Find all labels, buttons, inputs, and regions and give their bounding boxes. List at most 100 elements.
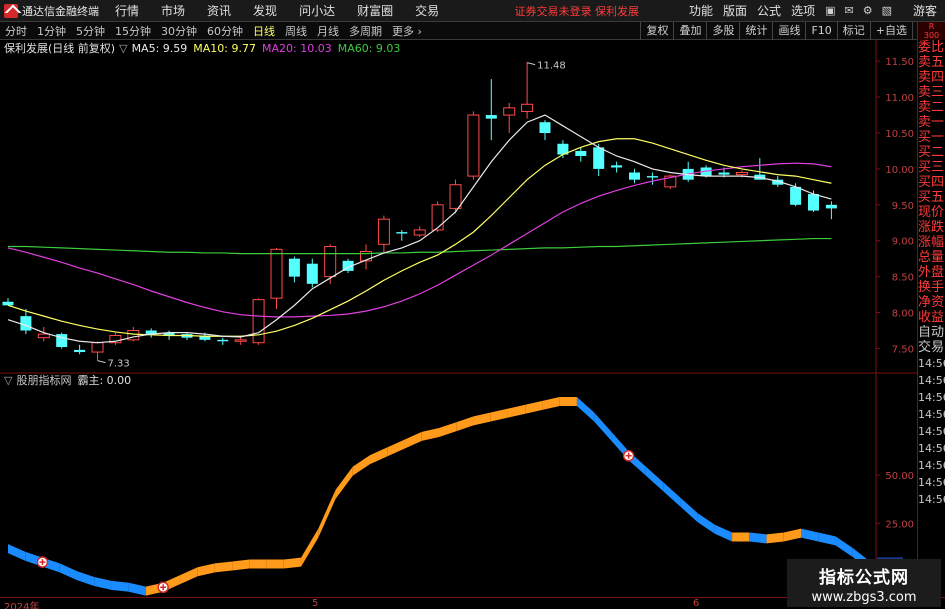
side-item[interactable]: 卖一 [918,115,945,130]
indicator-band-segment [714,524,733,542]
candle-body [646,176,658,178]
side-time: 14:56 [918,442,945,455]
mark-button[interactable]: 标记 [836,21,870,40]
indicator-band-segment [387,439,405,457]
side-item[interactable]: 外盘 [918,265,945,280]
indicator-band-segment [283,557,302,569]
menu-item-discover[interactable]: 发现 [253,2,277,19]
side-item[interactable]: 涨幅 [918,235,945,250]
trade-login-notice[interactable]: 证券交易未登录 保利发展 [515,3,640,19]
tab-60min[interactable]: 60分钟 [202,23,248,39]
price-panel-header: 保利发展(日线 前复权) ▽ MA5: 9.59 MA10: 9.77 MA20… [0,41,406,56]
indicator-band-segment [197,563,215,577]
menu-layout[interactable]: 版面 [723,2,747,19]
tab-weekly[interactable]: 周线 [280,23,312,39]
overlay-button[interactable]: 叠加 [673,21,706,40]
settings-icon[interactable]: ⚙ [863,4,873,17]
indicator-band-segment [128,582,146,596]
side-item[interactable]: 交易 [918,340,945,355]
indicator-band-segment [835,536,853,557]
side-item[interactable]: 买一 [918,130,945,145]
menu-item-wealth[interactable]: 财富圈 [357,2,393,19]
tab-5min[interactable]: 5分钟 [71,23,110,39]
watermark: 指标公式网 www.zbgs3.com [787,559,941,607]
menu-item-trade[interactable]: 交易 [415,2,439,19]
side-item[interactable]: 总量 [918,250,945,265]
date-tick-june: 6 [693,598,700,609]
price-tick-label: 11.50 [885,57,914,68]
tab-30min[interactable]: 30分钟 [156,23,202,39]
side-item[interactable]: 换手 [918,280,945,295]
multi-stock-button[interactable]: 多股 [706,21,739,40]
menu-item-news[interactable]: 资讯 [207,2,231,19]
candle-body [735,172,748,176]
candle-body [306,263,318,284]
add-watchlist-button[interactable]: +自选 [869,21,912,40]
low-pointer [97,360,106,364]
tab-1min[interactable]: 1分钟 [32,23,71,39]
side-item[interactable]: 涨跌 [918,220,945,235]
guest-label[interactable]: 游客 [913,2,937,19]
f10-button[interactable]: F10 [805,21,836,40]
menu-item-ask[interactable]: 问小达 [299,2,335,19]
indicator-band-segment [94,576,112,590]
menu-item-market[interactable]: 市场 [161,2,185,19]
screenshot-icon[interactable]: ▧ [882,4,892,17]
candle-body [217,339,229,342]
side-time: 14:56 [918,374,945,387]
side-time: 14:56 [918,476,945,489]
side-time: 14:56 [918,493,945,506]
menu-function[interactable]: 功能 [689,2,713,19]
candle-body [234,339,247,342]
quote-side-panel: R 300 委比 卖五 卖四 卖三 卖二 卖一 买一 买二 买三 买四 买五 现价 涨跌 涨幅 总量 外盘 换手净… [917,22,945,582]
stock-title: 保利发展(日线 前复权) [4,42,116,55]
tab-more[interactable]: 更多 › [387,23,427,39]
indicator-band-segment [490,408,508,422]
side-item[interactable]: 自动 [918,325,945,340]
side-item[interactable]: 买五 [918,190,945,205]
period-toolbar: 分时 1分钟 5分钟 15分钟 30分钟 60分钟 日线 周线 月线 多周期 更… [0,21,945,40]
candle-body [252,299,265,344]
menu-formula[interactable]: 公式 [757,2,781,19]
menu-item-quotes[interactable]: 行情 [115,2,139,19]
tab-monthly[interactable]: 月线 [312,23,344,39]
side-item[interactable]: 卖二 [918,100,945,115]
tab-intraday[interactable]: 分时 [0,23,32,39]
statistics-button[interactable]: 统计 [739,21,772,40]
indicator-panel-header: ▽ 股朋指标网 霸主: 0.00 [0,373,131,388]
tab-15min[interactable]: 15分钟 [110,23,156,39]
collapse-icon[interactable]: ▽ [119,42,127,55]
indicator-band-segment [645,466,664,492]
tab-multi-period[interactable]: 多周期 [344,23,387,39]
side-item[interactable]: 卖五 [918,55,945,70]
candle-body [575,150,587,156]
side-item[interactable]: 卖四 [918,70,945,85]
candle-body [449,184,462,209]
indicator-band-segment [507,404,526,418]
side-item[interactable]: 买二 [918,145,945,160]
lock-icon[interactable]: ▣ [825,4,835,17]
draw-line-button[interactable]: 画线 [772,21,805,40]
candle-body [629,172,640,180]
side-item[interactable]: 净资 [918,295,945,310]
price-tick-label: 7.50 [892,344,914,355]
side-item[interactable]: 委比 [918,40,945,55]
indicator-band-segment [594,412,612,441]
menu-options[interactable]: 选项 [791,2,815,19]
side-item[interactable]: 现价 [918,205,945,220]
mail-icon[interactable]: ✉ [844,4,853,17]
kline-chart[interactable]: 11.50 11.00 10.50 10.00 9.50 9.00 8.50 8.00 7.50… [0,40,917,597]
side-item[interactable]: 买三 [918,160,945,175]
candle-body [431,204,444,231]
candle-body [37,333,50,339]
tab-daily[interactable]: 日线 [248,23,280,39]
side-item[interactable]: 收益 [918,310,945,325]
collapse-icon[interactable]: ▽ [4,374,12,387]
side-item[interactable]: 卖三 [918,85,945,100]
candle-body [74,349,86,353]
side-item[interactable]: 买四 [918,175,945,190]
indicator-band-segment [783,528,802,542]
adjust-button[interactable]: 复权 [640,21,673,40]
ma20-legend: MA20: 10.03 [262,41,332,55]
side-panel-badge: R 300 [918,22,945,40]
